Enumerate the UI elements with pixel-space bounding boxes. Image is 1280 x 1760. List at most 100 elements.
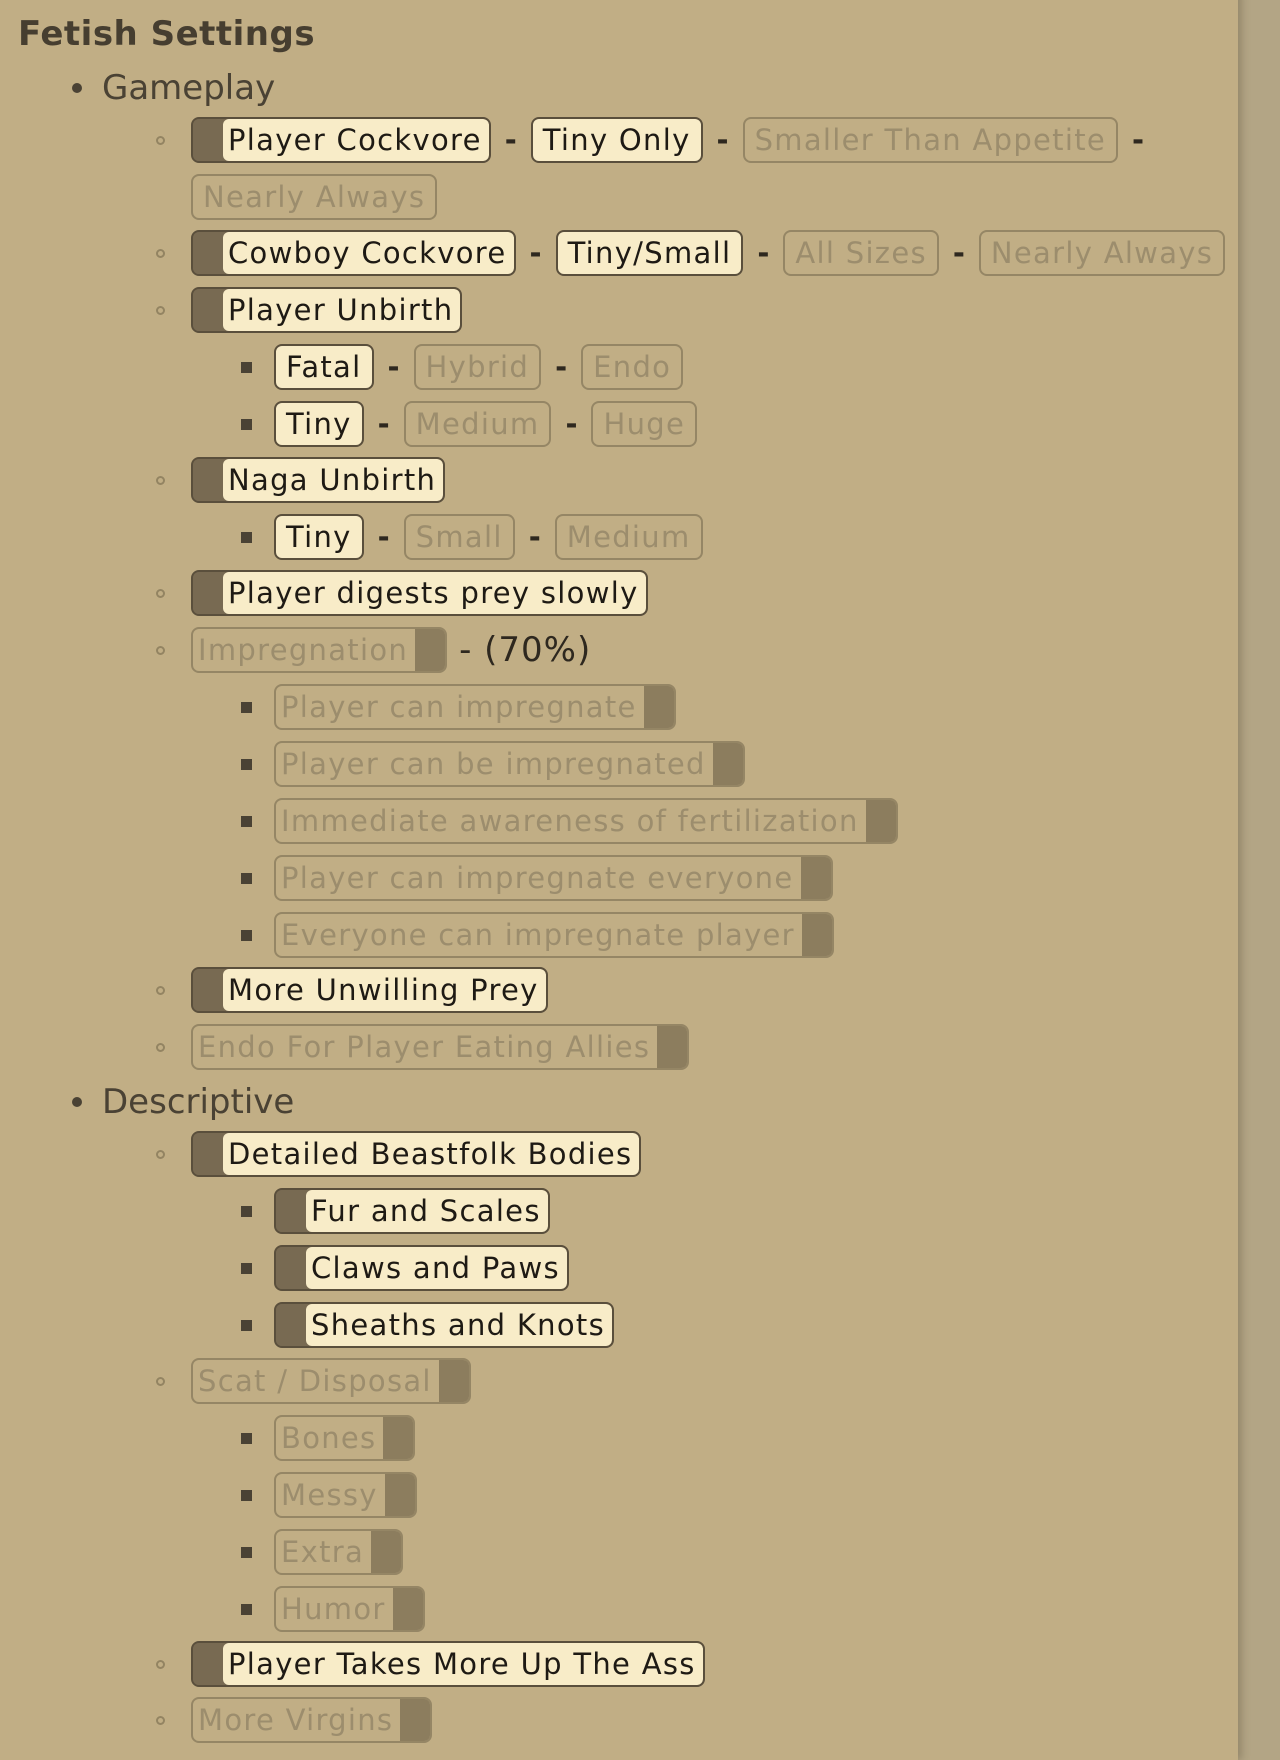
row-unbirth-size: Tiny - Medium - Huge [274,401,698,447]
list-bullet [241,1547,252,1558]
row-player-can-be-impregnated: Player can be impregnated [274,741,745,787]
toggle-immediate-awareness[interactable]: Immediate awareness of fertilization [274,798,898,844]
list-bullet [241,362,252,373]
list-bullet [156,1150,165,1159]
list-bullet [156,476,165,485]
toggle-everyone-impregnate-player[interactable]: Everyone can impregnate player [274,912,834,958]
section-descriptive-label: Descriptive [102,1082,295,1122]
list-bullet [241,873,252,884]
row-endo-player-eating-allies: Endo For Player Eating Allies [191,1024,690,1070]
option-nearly-always-2[interactable]: Nearly Always [978,230,1226,276]
row-player-cockvore: Player Cockvore - Tiny Only - Smaller Th… [191,117,1158,163]
list-bullet [241,532,252,543]
row-extra: Extra [274,1529,404,1575]
toggle-endo-player-eating-allies[interactable]: Endo For Player Eating Allies [191,1024,690,1070]
option-tiny-1[interactable]: Tiny [274,401,364,447]
row-scat-disposal: Scat / Disposal [191,1358,471,1404]
row-cowboy-cockvore: Cowboy Cockvore - Tiny/Small - All Sizes… [191,230,1226,276]
list-bullet [156,589,165,598]
option-tiny-2[interactable]: Tiny [274,514,364,560]
list-bullet [241,1320,252,1331]
impregnation-percent: - (70%) [459,630,592,670]
toggle-claws-and-paws[interactable]: Claws and Paws [274,1245,569,1291]
row-humor: Humor [274,1586,425,1632]
toggle-player-impregnate-everyone[interactable]: Player can impregnate everyone [274,855,833,901]
option-hybrid[interactable]: Hybrid [413,344,542,390]
section-descriptive: Descriptive [72,1082,294,1122]
list-bullet [241,419,252,430]
list-bullet [241,1490,252,1501]
list-bullet [156,1377,165,1386]
list-bullet [156,136,165,145]
list-bullet [156,1716,165,1725]
toggle-player-takes-more[interactable]: Player Takes More Up The Ass [191,1641,705,1687]
row-player-takes-more: Player Takes More Up The Ass [191,1641,705,1687]
list-bullet [156,986,165,995]
list-bullet [241,702,252,713]
toggle-player-digests-slowly[interactable]: Player digests prey slowly [191,570,648,616]
toggle-detailed-beastfolk[interactable]: Detailed Beastfolk Bodies [191,1131,642,1177]
toggle-sheaths-and-knots[interactable]: Sheaths and Knots [274,1302,614,1348]
toggle-player-can-impregnate[interactable]: Player can impregnate [274,684,676,730]
option-tiny-small[interactable]: Tiny/Small [555,230,744,276]
row-sheaths-and-knots: Sheaths and Knots [274,1302,614,1348]
toggle-fur-and-scales[interactable]: Fur and Scales [274,1188,550,1234]
row-more-unwilling-prey: More Unwilling Prey [191,967,548,1013]
row-everyone-impregnate-player: Everyone can impregnate player [274,912,834,958]
option-fatal[interactable]: Fatal [274,344,374,390]
row-unbirth-type: Fatal - Hybrid - Endo [274,344,684,390]
option-small[interactable]: Small [403,514,515,560]
page-title: Fetish Settings [18,14,316,54]
list-bullet [156,306,165,315]
section-bullet [72,1097,82,1107]
row-player-digests: Player digests prey slowly [191,570,648,616]
row-more-virgins: More Virgins [191,1697,433,1743]
toggle-more-virgins[interactable]: More Virgins [191,1697,433,1743]
row-fur-and-scales: Fur and Scales [274,1188,550,1234]
row-claws-and-paws: Claws and Paws [274,1245,569,1291]
list-bullet [241,816,252,827]
list-bullet [241,1206,252,1217]
list-bullet [241,1433,252,1444]
option-endo[interactable]: Endo [581,344,684,390]
option-tiny-only[interactable]: Tiny Only [530,117,703,163]
toggle-extra[interactable]: Extra [274,1529,404,1575]
list-bullet [241,759,252,770]
row-naga-size: Tiny - Small - Medium [274,514,703,560]
row-player-cockvore-wrap: Nearly Always [191,174,438,220]
row-bones: Bones [274,1415,416,1461]
option-medium-2[interactable]: Medium [554,514,703,560]
toggle-naga-unbirth[interactable]: Naga Unbirth [191,457,446,503]
row-naga-unbirth: Naga Unbirth [191,457,446,503]
row-messy: Messy [274,1472,417,1518]
toggle-messy[interactable]: Messy [274,1472,417,1518]
list-bullet [241,1604,252,1615]
list-bullet [156,646,165,655]
toggle-player-can-be-impregnated[interactable]: Player can be impregnated [274,741,745,787]
list-bullet [156,249,165,258]
section-bullet [72,83,82,93]
toggle-more-unwilling-prey[interactable]: More Unwilling Prey [191,967,548,1013]
toggle-humor[interactable]: Humor [274,1586,425,1632]
option-smaller-than-appetite[interactable]: Smaller Than Appetite [742,117,1119,163]
list-bullet [156,1660,165,1669]
toggle-bones[interactable]: Bones [274,1415,416,1461]
row-impregnation: Impregnation - (70%) [191,627,591,673]
option-huge[interactable]: Huge [591,401,698,447]
option-nearly-always-1[interactable]: Nearly Always [191,174,438,220]
option-medium-1[interactable]: Medium [403,401,552,447]
row-player-can-impregnate: Player can impregnate [274,684,676,730]
toggle-player-unbirth[interactable]: Player Unbirth [191,287,463,333]
option-all-sizes[interactable]: All Sizes [783,230,939,276]
section-gameplay: Gameplay [72,68,275,108]
list-bullet [241,1263,252,1274]
row-player-unbirth: Player Unbirth [191,287,463,333]
row-immediate-awareness: Immediate awareness of fertilization [274,798,898,844]
toggle-impregnation[interactable]: Impregnation [191,627,448,673]
list-bullet [241,930,252,941]
toggle-scat-disposal[interactable]: Scat / Disposal [191,1358,471,1404]
row-detailed-beastfolk: Detailed Beastfolk Bodies [191,1131,642,1177]
toggle-cowboy-cockvore[interactable]: Cowboy Cockvore [191,230,516,276]
toggle-player-cockvore[interactable]: Player Cockvore [191,117,491,163]
row-player-impregnate-everyone: Player can impregnate everyone [274,855,833,901]
